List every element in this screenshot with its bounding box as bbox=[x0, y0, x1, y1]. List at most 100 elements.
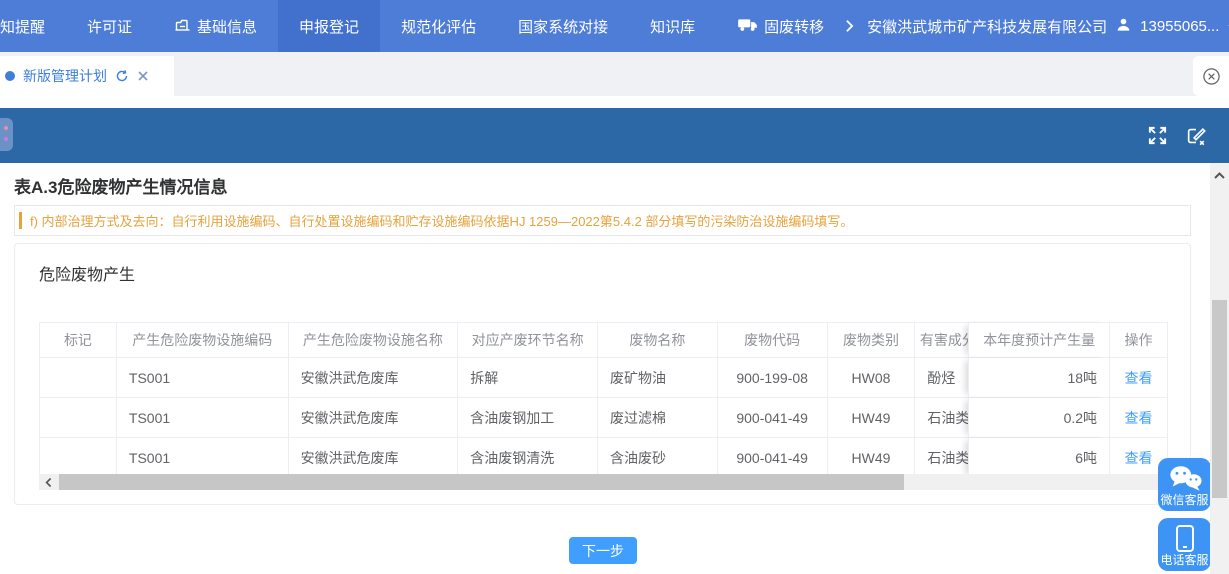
note-box: f) 内部治理方式及去向：自行利用设施编码、自行处置设施编码和贮存设施编码依据H… bbox=[14, 205, 1191, 236]
tab-close-icon[interactable] bbox=[137, 70, 149, 82]
user-icon bbox=[1116, 17, 1131, 36]
cell-harmful: 石油类 bbox=[915, 398, 968, 437]
cell-waste-code: 900-041-49 bbox=[718, 398, 828, 437]
col-header-process: 对应产废环节名称 bbox=[458, 323, 598, 357]
horizontal-scroll-thumb[interactable] bbox=[59, 474, 904, 490]
col-header-harmful: 有害成分 bbox=[915, 323, 968, 357]
nav-item-declaration[interactable]: 申报登记 bbox=[278, 0, 380, 52]
nav-item-reminder[interactable]: 知提醒 bbox=[0, 0, 66, 52]
cell-annual-amount: 0.2吨 bbox=[968, 398, 1110, 437]
cell-mark bbox=[40, 398, 117, 437]
col-header-annual-amount: 本年度预计产生量 bbox=[968, 323, 1110, 357]
close-all-tabs-icon[interactable] bbox=[1193, 56, 1229, 96]
app-window: 知提醒 许可证 基础信息 申报登记 规范化评估 国家系统对接 知识库 固废转移 bbox=[0, 0, 1229, 574]
cell-action: 查看 bbox=[1110, 358, 1167, 397]
cell-harmful: 酚烃 bbox=[915, 358, 968, 397]
hazardous-waste-card: 危险废物产生 标记 产生危险废物设施编码 产生危险废物设施名称 对应产废环节名称… bbox=[14, 243, 1191, 505]
note-text: f) 内部治理方式及去向：自行利用设施编码、自行处置设施编码和贮存设施编码依据H… bbox=[30, 211, 853, 230]
cell-facility-name: 安徽洪武危废库 bbox=[289, 438, 459, 477]
cell-waste-category: HW49 bbox=[828, 438, 916, 477]
horizontal-scrollbar[interactable] bbox=[39, 474, 1168, 490]
col-header-facility-code: 产生危险废物设施编码 bbox=[117, 323, 289, 357]
cell-action: 查看 bbox=[1110, 398, 1167, 437]
tab-active-dot-icon bbox=[5, 71, 15, 81]
page-title: 表A.3危险废物产生情况信息 bbox=[14, 173, 227, 198]
nav-item-label: 基础信息 bbox=[197, 16, 257, 37]
section-title: 危险废物产生 bbox=[39, 261, 135, 285]
nav-item-label: 规范化评估 bbox=[401, 16, 476, 37]
table-header-row: 标记 产生危险废物设施编码 产生危险废物设施名称 对应产废环节名称 废物名称 废… bbox=[40, 323, 1167, 358]
fullscreen-icon[interactable] bbox=[1147, 125, 1168, 146]
cell-waste-code: 900-199-08 bbox=[718, 358, 828, 397]
nav-item-knowledge-base[interactable]: 知识库 bbox=[629, 0, 716, 52]
cell-waste-name: 废过滤棉 bbox=[598, 398, 718, 437]
nav-item-label: 申报登记 bbox=[299, 16, 359, 37]
tab-management-plan[interactable]: 新版管理计划 bbox=[0, 56, 174, 96]
wechat-service-label: 微信客服 bbox=[1160, 491, 1208, 508]
col-header-waste-name: 废物名称 bbox=[598, 323, 718, 357]
waste-table: 标记 产生危险废物设施编码 产生危险废物设施名称 对应产废环节名称 废物名称 废… bbox=[39, 322, 1168, 478]
view-link[interactable]: 查看 bbox=[1125, 408, 1153, 428]
cell-waste-category: HW08 bbox=[828, 358, 916, 397]
table-row: TS001 安徽洪武危废库 拆解 废矿物油 900-199-08 HW08 酚烃… bbox=[40, 358, 1167, 398]
tab-bar: 新版管理计划 bbox=[0, 52, 1229, 96]
table-row: TS001 安徽洪武危废库 含油废钢加工 废过滤棉 900-041-49 HW4… bbox=[40, 398, 1167, 438]
tab-label: 新版管理计划 bbox=[23, 66, 107, 86]
nav-item-label: 许可证 bbox=[87, 16, 132, 37]
nav-right-group: 安徽洪武城市矿产科技发展有限公司 13955065... bbox=[845, 0, 1229, 52]
scroll-left-arrow-icon[interactable] bbox=[39, 474, 59, 490]
refresh-icon[interactable] bbox=[115, 69, 129, 83]
vertical-scrollbar[interactable] bbox=[1210, 163, 1229, 574]
phone-service-button[interactable]: 电话客服 bbox=[1158, 518, 1211, 571]
scroll-up-arrow-icon[interactable] bbox=[1210, 167, 1229, 183]
edit-cancel-icon[interactable] bbox=[1185, 125, 1207, 147]
nav-item-standard-assessment[interactable]: 规范化评估 bbox=[380, 0, 497, 52]
cell-facility-code: TS001 bbox=[117, 358, 289, 397]
user-phone[interactable]: 13955065... bbox=[1140, 18, 1219, 35]
col-header-facility-name: 产生危险废物设施名称 bbox=[289, 323, 459, 357]
col-header-action: 操作 bbox=[1110, 323, 1167, 357]
phone-icon bbox=[1158, 524, 1211, 554]
company-name: 安徽洪武城市矿产科技发展有限公司 bbox=[867, 16, 1107, 37]
cell-process: 含油废钢加工 bbox=[458, 398, 598, 437]
building-icon bbox=[174, 16, 191, 37]
col-header-mark: 标记 bbox=[40, 323, 117, 357]
top-navbar: 知提醒 许可证 基础信息 申报登记 规范化评估 国家系统对接 知识库 固废转移 bbox=[0, 0, 1229, 52]
truck-icon bbox=[737, 17, 758, 36]
page-header-bar bbox=[0, 108, 1229, 163]
cell-facility-name: 安徽洪武危废库 bbox=[289, 358, 459, 397]
cell-annual-amount: 18吨 bbox=[968, 358, 1110, 397]
nav-item-basic-info[interactable]: 基础信息 bbox=[153, 0, 278, 52]
table-row: TS001 安徽洪武危废库 含油废钢清洗 含油废砂 900-041-49 HW4… bbox=[40, 438, 1167, 477]
wechat-icon bbox=[1158, 464, 1211, 493]
cell-process: 拆解 bbox=[458, 358, 598, 397]
cell-waste-name: 废矿物油 bbox=[598, 358, 718, 397]
vertical-scroll-thumb[interactable] bbox=[1212, 300, 1227, 498]
cell-waste-code: 900-041-49 bbox=[718, 438, 828, 477]
col-header-waste-code: 废物代码 bbox=[718, 323, 828, 357]
cell-waste-category: HW49 bbox=[828, 398, 916, 437]
nav-item-national-system[interactable]: 国家系统对接 bbox=[497, 0, 629, 52]
cell-process: 含油废钢清洗 bbox=[458, 438, 598, 477]
col-header-waste-category: 废物类别 bbox=[828, 323, 916, 357]
widget-handle[interactable] bbox=[0, 118, 13, 151]
cell-harmful: 石油类 bbox=[915, 438, 968, 477]
cell-waste-name: 含油废砂 bbox=[598, 438, 718, 477]
cell-facility-name: 安徽洪武危废库 bbox=[289, 398, 459, 437]
nav-item-license[interactable]: 许可证 bbox=[66, 0, 153, 52]
wechat-service-button[interactable]: 微信客服 bbox=[1158, 458, 1211, 511]
cell-annual-amount: 6吨 bbox=[968, 438, 1110, 477]
nav-item-label: 知识库 bbox=[650, 16, 695, 37]
note-accent-bar bbox=[19, 212, 22, 229]
cell-mark bbox=[40, 438, 117, 477]
chevron-right-icon[interactable] bbox=[845, 19, 854, 33]
view-link[interactable]: 查看 bbox=[1125, 368, 1153, 388]
view-link[interactable]: 查看 bbox=[1125, 448, 1153, 468]
cell-facility-code: TS001 bbox=[117, 438, 289, 477]
cell-mark bbox=[40, 358, 117, 397]
next-step-button[interactable]: 下一步 bbox=[569, 537, 637, 564]
nav-item-label: 固废转移 bbox=[764, 16, 824, 37]
nav-item-label: 国家系统对接 bbox=[518, 16, 608, 37]
nav-item-waste-transfer[interactable]: 固废转移 bbox=[716, 0, 845, 52]
nav-item-label: 知提醒 bbox=[0, 16, 45, 37]
